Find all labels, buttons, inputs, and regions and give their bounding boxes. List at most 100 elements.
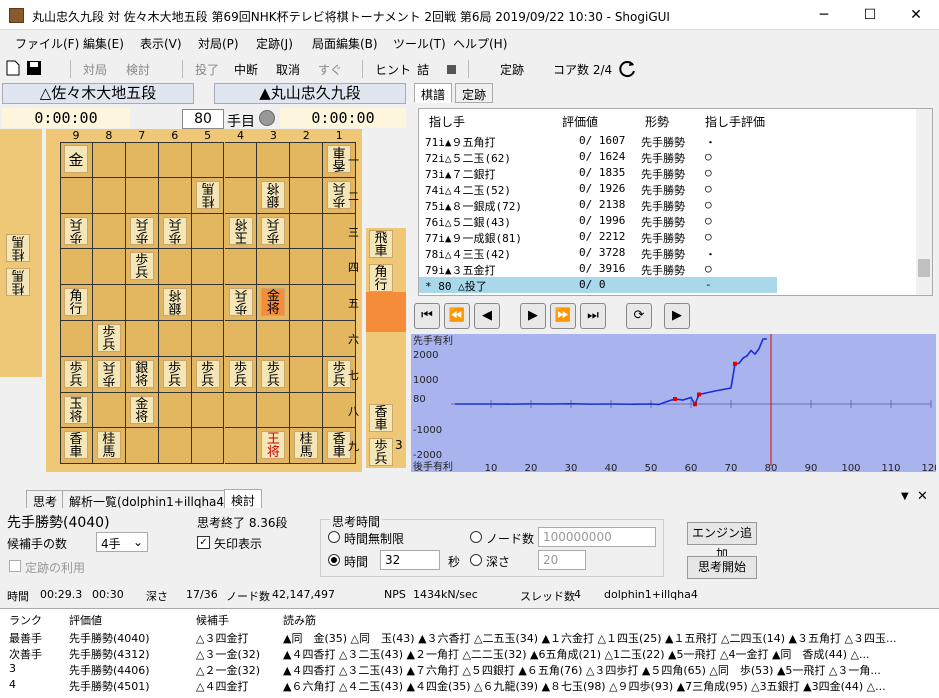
board-square[interactable] — [60, 321, 93, 357]
arrow-checkbox[interactable]: ✓ — [197, 536, 210, 549]
board-square[interactable] — [125, 285, 159, 321]
time-input[interactable]: 32 — [380, 550, 440, 570]
board-square[interactable] — [290, 392, 324, 429]
board-square[interactable] — [224, 392, 258, 429]
board-square[interactable] — [92, 392, 126, 429]
tab-thinking[interactable]: 思考 — [26, 490, 65, 510]
suspend-button[interactable]: 中断 — [234, 61, 258, 78]
stop-icon[interactable] — [447, 65, 456, 74]
add-engine-button[interactable]: エンジン追加 — [687, 522, 757, 561]
board-square[interactable] — [158, 142, 192, 178]
maximize-button[interactable]: ☐ — [847, 0, 893, 30]
board-square[interactable] — [257, 321, 291, 357]
minimize-button[interactable]: ─ — [801, 0, 847, 30]
save-icon[interactable] — [26, 60, 42, 76]
menu-help[interactable]: ヘルプ(H) — [453, 35, 507, 52]
back-ten-icon[interactable]: ⏪ — [444, 303, 470, 329]
board-square[interactable] — [191, 321, 225, 357]
menu-position-edit[interactable]: 局面編集(B) — [312, 35, 378, 52]
kifu-row[interactable]: 77i▲９一成銀(81) 0/ 2212 先手勝勢 ○ — [419, 229, 777, 245]
undo-button[interactable]: 取消 — [276, 61, 300, 78]
board-piece[interactable]: 歩兵 — [261, 216, 286, 245]
board-piece[interactable]: 歩兵 — [129, 252, 154, 281]
board-piece[interactable]: 歩兵 — [162, 216, 187, 245]
menu-tools[interactable]: ツール(T) — [393, 35, 446, 52]
board-square[interactable] — [125, 428, 159, 465]
board-square[interactable] — [60, 177, 93, 214]
kifu-row[interactable]: 76i△５二銀(43) 0/ 1996 先手勝勢 ○ — [419, 213, 777, 229]
board-piece[interactable]: 歩兵 — [261, 359, 286, 388]
depth-input[interactable]: 20 — [538, 550, 586, 570]
board-square[interactable] — [224, 321, 258, 357]
start-thinking-button[interactable]: 思考開始 — [687, 556, 757, 579]
tab-joseki[interactable]: 定跡 — [455, 83, 494, 103]
board-piece[interactable]: 歩兵 — [64, 359, 88, 388]
board-square[interactable] — [224, 177, 258, 214]
board-square[interactable] — [191, 392, 225, 429]
menu-view[interactable]: 表示(V) — [140, 35, 182, 52]
board-piece[interactable]: 桂馬 — [195, 180, 220, 209]
unlimited-radio[interactable] — [328, 531, 340, 543]
board-square[interactable] — [290, 321, 324, 357]
board-square[interactable] — [125, 177, 159, 214]
tab-kifu[interactable]: 棋譜 — [414, 83, 453, 103]
sugu-button[interactable]: すぐ — [318, 61, 342, 78]
panel-close-icon[interactable]: ✕ — [917, 489, 928, 504]
pv-row[interactable]: 最善手 先手勝勢(4040) △３四金打 ▲同 金(35) △同 玉(43) ▲３六香… — [0, 629, 939, 645]
kifu-row[interactable]: 75i▲８一銀成(72) 0/ 2138 先手勝勢 ○ — [419, 197, 777, 213]
board-piece[interactable]: 歩兵 — [228, 359, 253, 388]
move-number[interactable]: 80 — [182, 109, 224, 129]
board-piece[interactable]: 金 — [64, 145, 88, 173]
shogi-board[interactable]: 金香車 桂馬 銀将 歩兵 歩兵 歩兵 歩兵 玉将 歩兵 歩兵 角行 銀将 歩兵 金将 歩兵 歩兵 歩兵 銀将 歩兵歩… — [60, 142, 357, 465]
pv-row[interactable]: 4 先手勝勢(4501) △４四金打 ▲６六角打 △４二玉(43) ▲４四金(35) … — [0, 677, 939, 693]
kifu-row[interactable]: 71i▲９五角打 0/ 1607 先手勝勢 ・ — [419, 133, 777, 149]
refresh-icon[interactable] — [617, 59, 637, 79]
board-square[interactable] — [92, 142, 126, 178]
board-square[interactable] — [191, 428, 225, 465]
kifu-scrollbar[interactable] — [916, 109, 932, 295]
taikyoku-button[interactable]: 対局 — [83, 61, 107, 78]
flip-board-icon[interactable]: ⟳ — [626, 303, 652, 329]
board-piece[interactable]: 銀将 — [261, 180, 286, 209]
board-square[interactable] — [92, 249, 126, 286]
resign-button[interactable]: 投了 — [195, 61, 219, 78]
joseki-checkbox[interactable] — [9, 560, 21, 572]
menu-file[interactable]: ファイル(F) — [15, 35, 79, 52]
board-piece[interactable]: 歩兵 — [96, 324, 121, 352]
board-piece[interactable]: 歩兵 — [96, 359, 121, 388]
board-piece[interactable]: 銀将 — [129, 359, 154, 388]
kifu-row[interactable]: 79i▲３五金打 0/ 3916 先手勝勢 ○ — [419, 261, 777, 277]
tab-analysis-list[interactable]: 解析一覧(dolphin1+illqha4) — [62, 490, 236, 510]
tab-kento[interactable]: 検討 — [224, 489, 263, 509]
sente-hand-piece[interactable]: 飛車 — [369, 230, 393, 258]
prev-move-icon[interactable]: ◀ — [474, 303, 500, 329]
board-square[interactable] — [158, 428, 192, 465]
board-square[interactable] — [290, 249, 324, 286]
board-square[interactable] — [257, 142, 291, 178]
board-square[interactable] — [92, 285, 126, 321]
board-square[interactable] — [191, 142, 225, 178]
panel-menu-icon[interactable]: ▼ — [901, 491, 909, 502]
board-piece[interactable]: 角行 — [64, 288, 88, 317]
board-piece[interactable]: 銀将 — [162, 287, 187, 317]
nodes-input[interactable]: 100000000 — [538, 527, 656, 547]
eval-graph[interactable]: 1020304050607080901001101202000100080-10… — [411, 334, 939, 474]
board-square[interactable] — [125, 321, 159, 357]
board-square[interactable] — [290, 356, 324, 393]
board-piece[interactable]: 玉将 — [64, 395, 88, 424]
sente-hand-piece[interactable]: 香車 — [369, 404, 393, 432]
board-square[interactable] — [290, 213, 324, 250]
board-square[interactable] — [290, 177, 324, 214]
sente-hand-piece[interactable]: 歩兵 — [369, 438, 393, 466]
board-square[interactable] — [191, 285, 225, 321]
kifu-row[interactable]: 74i△４二玉(52) 0/ 1926 先手勝勢 ○ — [419, 181, 777, 197]
board-square[interactable] — [92, 177, 126, 214]
forward-ten-icon[interactable]: ⏩ — [550, 303, 576, 329]
joseki-button[interactable]: 定跡 — [500, 61, 524, 78]
nodes-radio[interactable] — [470, 531, 482, 543]
board-square[interactable] — [158, 177, 192, 214]
board-piece[interactable]: 王将 — [261, 431, 286, 460]
tsume-button[interactable]: 詰 — [417, 61, 429, 78]
new-file-icon[interactable] — [6, 60, 20, 76]
board-piece[interactable]: 香車 — [64, 431, 88, 460]
